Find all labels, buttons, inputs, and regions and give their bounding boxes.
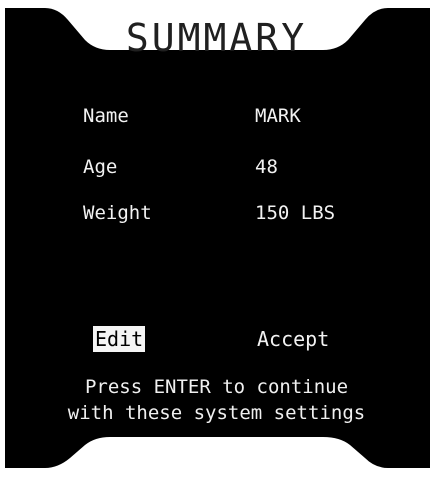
instruction-line-1: Press ENTER to continue [84,376,349,398]
accept-button[interactable]: Accept [255,326,331,352]
edit-button[interactable]: Edit [93,326,146,352]
summary-screen: SUMMARY Name MARK Age 48 Weight 150 LBS … [0,0,433,499]
age-value: 48 [255,156,278,178]
instruction-line-2: with these system settings [67,402,366,424]
weight-label: Weight [83,202,152,224]
age-label: Age [83,156,118,178]
weight-value: 150 LBS [255,202,336,224]
name-label: Name [83,105,129,127]
page-title: SUMMARY [125,16,308,60]
name-value: MARK [255,105,301,127]
